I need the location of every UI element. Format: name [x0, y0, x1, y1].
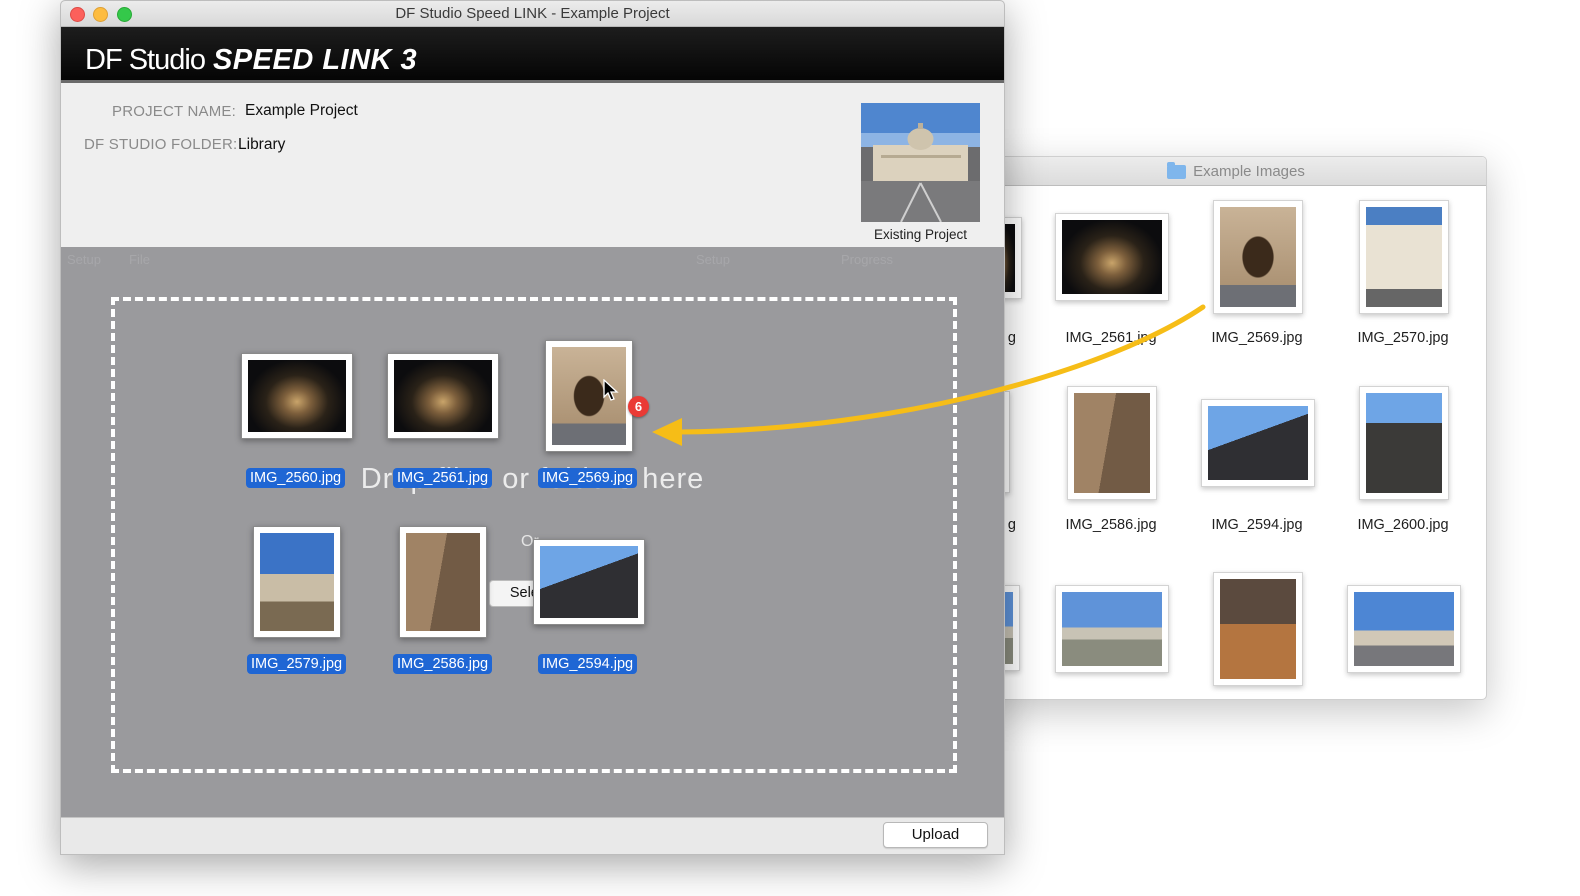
photo-thumb [1062, 220, 1162, 294]
photo-thumb [1208, 406, 1308, 480]
dragged-thumb-img-2560[interactable] [241, 353, 353, 439]
dragged-thumb-img-2594[interactable] [533, 539, 645, 625]
finder-thumb-square[interactable] [1347, 585, 1461, 673]
project-info-panel: PROJECT NAME: Example Project DF STUDIO … [61, 83, 1004, 247]
existing-project-label: Existing Project [873, 227, 968, 242]
window-title: DF Studio Speed LINK - Example Project [395, 5, 670, 22]
dragged-thumb-img-2579[interactable] [253, 526, 341, 638]
photo-thumb [1074, 393, 1150, 493]
finder-label[interactable]: IMG_2561.jpg [1031, 330, 1191, 346]
ruins-photo [406, 533, 480, 631]
photo-thumb [1062, 592, 1162, 666]
finder-window: Example Images g g IMG_2561.jpg IMG_2569… [985, 156, 1487, 700]
column-header-file: File [129, 252, 150, 267]
night-monument-photo [248, 360, 346, 432]
mouse-pointer-icon [603, 379, 619, 401]
finder-thumb-img-2570[interactable] [1359, 200, 1449, 314]
finder-label[interactable]: IMG_2586.jpg [1031, 517, 1191, 533]
drag-count-badge: 6 [628, 396, 649, 417]
window-titlebar[interactable]: DF Studio Speed LINK - Example Project [61, 1, 1004, 27]
photo-thumb [1220, 579, 1296, 679]
folder-icon [1167, 162, 1187, 179]
night-monument-photo [394, 360, 492, 432]
upload-button[interactable]: Upload [883, 822, 988, 848]
finder-label[interactable]: IMG_2570.jpg [1323, 330, 1483, 346]
dragged-thumb-img-2586[interactable] [399, 526, 487, 638]
photo-thumb [1366, 207, 1442, 307]
project-name-value: Example Project [245, 102, 358, 119]
piazza-photo [260, 533, 334, 631]
column-header-setup: Setup [67, 252, 101, 267]
pantheon-photo [540, 546, 638, 618]
dragged-label-img-2560: IMG_2560.jpg [246, 468, 346, 488]
speedlink-window: DF Studio Speed LINK - Example Project D… [60, 0, 1005, 855]
app-banner: DF Studio SPEED LINK 3 [61, 27, 1004, 83]
finder-title: Example Images [1193, 162, 1305, 180]
finder-label[interactable]: IMG_2594.jpg [1177, 517, 1337, 533]
existing-project-thumbnail[interactable] [861, 103, 980, 223]
dragged-label-img-2594: IMG_2594.jpg [538, 654, 638, 674]
logo-speedlink: SPEED LINK 3 [212, 44, 418, 76]
finder-thumb-img-2561[interactable] [1055, 213, 1169, 301]
finder-thumb-cafe[interactable] [1213, 572, 1303, 686]
finder-label[interactable]: IMG_2600.jpg [1323, 517, 1483, 533]
finder-thumb-img-2600[interactable] [1359, 386, 1449, 500]
finder-thumb-img-2594[interactable] [1201, 399, 1315, 487]
bottom-bar: Upload [61, 817, 1004, 854]
photo-thumb [1220, 207, 1296, 307]
drop-area[interactable]: Setup File Setup Progress Drop files or … [61, 247, 1004, 818]
finder-thumb-img-2586[interactable] [1067, 386, 1157, 500]
logo-dfstudio: DF Studio [85, 44, 206, 76]
project-name-label: PROJECT NAME: [112, 103, 237, 120]
dragged-label-img-2561: IMG_2561.jpg [393, 468, 493, 488]
st-peters-photo [861, 103, 980, 223]
app-logo: DF Studio SPEED LINK 3 [85, 44, 417, 77]
finder-thumb-img-2569[interactable] [1213, 200, 1303, 314]
drop-zone-text: Drop files or folders here [360, 463, 705, 495]
dragged-label-img-2579: IMG_2579.jpg [247, 654, 347, 674]
column-header-setup-2: Setup [696, 252, 730, 267]
finder-label[interactable]: IMG_2569.jpg [1177, 330, 1337, 346]
finder-thumb-river[interactable] [1055, 585, 1169, 673]
finder-titlebar[interactable]: Example Images [986, 157, 1486, 186]
df-studio-folder-label: DF STUDIO FOLDER: [84, 136, 238, 153]
df-studio-folder-value: Library [238, 136, 286, 153]
photo-thumb [1354, 592, 1454, 666]
dragged-label-img-2586: IMG_2586.jpg [393, 654, 493, 674]
dragged-label-img-2569: IMG_2569.jpg [538, 468, 638, 488]
column-header-progress: Progress [841, 252, 894, 267]
dragged-thumb-img-2561[interactable] [387, 353, 499, 439]
photo-thumb [1366, 393, 1442, 493]
